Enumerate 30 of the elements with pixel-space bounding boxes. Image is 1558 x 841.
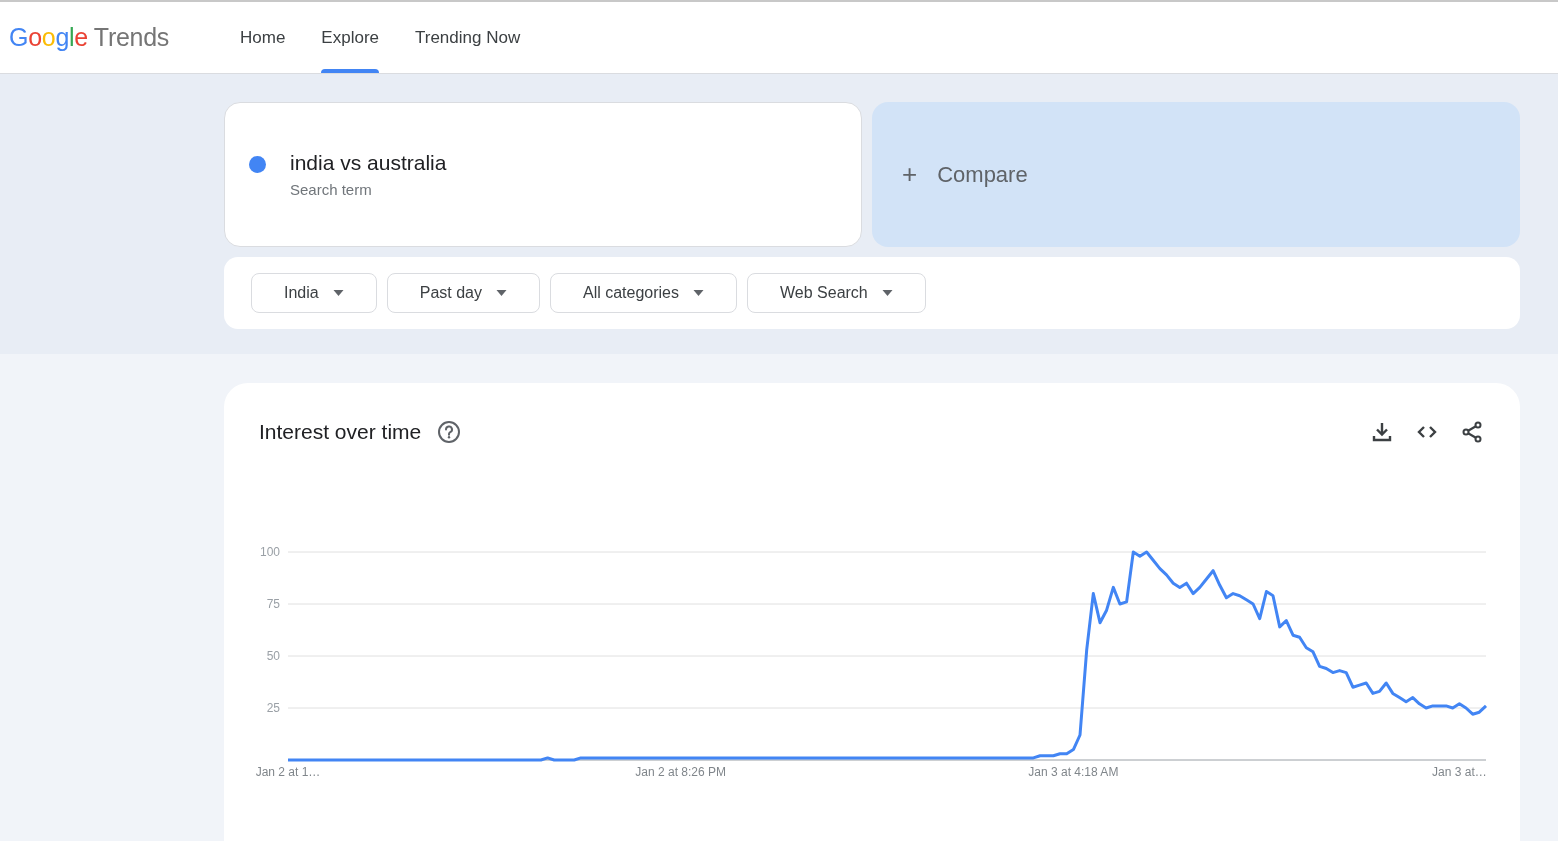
nav-tab[interactable]: Explore — [303, 2, 397, 73]
y-axis-label: 25 — [266, 701, 280, 715]
section-title: Interest over time — [259, 420, 422, 444]
download-button[interactable] — [1370, 420, 1394, 444]
nav-tab[interactable]: Trending Now — [397, 2, 539, 73]
search-term: india vs australia — [290, 151, 447, 174]
dropdown-caret-icon — [693, 290, 704, 296]
x-axis-label: Jan 3 at 4:18 AM — [1028, 765, 1119, 779]
share-icon — [1460, 420, 1484, 444]
share-button[interactable] — [1460, 420, 1484, 444]
x-axis-label: Jan 2 at 8:26 PM — [635, 765, 727, 779]
filter-dropdown[interactable]: India — [251, 273, 377, 313]
filter-dropdown[interactable]: Past day — [386, 273, 540, 313]
y-axis-label: 50 — [266, 649, 280, 663]
nav-tab[interactable]: Home — [222, 2, 304, 73]
x-axis-label: Jan 2 at 1… — [255, 765, 321, 779]
y-axis-label: 100 — [259, 545, 280, 559]
x-axis-label: Jan 3 at… — [1432, 765, 1487, 779]
dropdown-caret-icon — [881, 290, 893, 296]
filter-dropdown[interactable]: All categories — [549, 273, 737, 313]
help-icon[interactable] — [437, 420, 462, 444]
compare-button[interactable]: + Compare — [872, 102, 1520, 247]
filter-dropdown[interactable]: Web Search — [747, 273, 926, 313]
y-axis-label: 75 — [266, 597, 280, 611]
search-term-card[interactable]: india vs australia Search term — [224, 102, 862, 247]
download-icon — [1370, 420, 1394, 444]
dropdown-caret-icon — [332, 290, 344, 296]
google-trends-logo[interactable]: Google Trends — [0, 2, 222, 73]
term-type-label: Search term — [290, 181, 373, 198]
dropdown-caret-icon — [495, 290, 507, 296]
